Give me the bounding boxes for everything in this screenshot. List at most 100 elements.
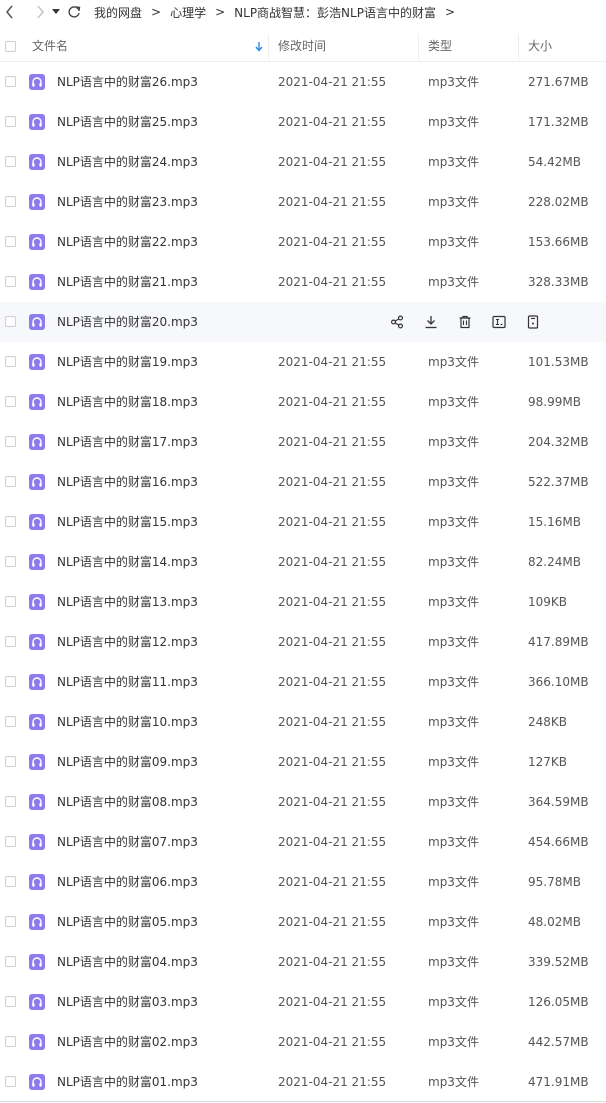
file-name[interactable]: NLP语言中的财富12.mp3 [57, 622, 198, 662]
file-row[interactable]: NLP语言中的财富13.mp3 2021-04-21 21:55 mp3文件 109K… [0, 582, 606, 622]
file-name[interactable]: NLP语言中的财富02.mp3 [57, 1022, 198, 1062]
file-row[interactable]: NLP语言中的财富08.mp3 2021-04-21 21:55 mp3文件 364.… [0, 782, 606, 822]
more-button[interactable] [524, 313, 542, 331]
file-row[interactable]: NLP语言中的财富02.mp3 2021-04-21 21:55 mp3文件 442.… [0, 1022, 606, 1062]
column-divider[interactable] [418, 34, 419, 60]
row-checkbox[interactable] [5, 636, 16, 647]
row-checkbox[interactable] [5, 236, 16, 247]
file-name[interactable]: NLP语言中的财富16.mp3 [57, 462, 198, 502]
history-dropdown-button[interactable] [50, 2, 62, 22]
file-name[interactable]: NLP语言中的财富03.mp3 [57, 982, 198, 1022]
file-name[interactable]: NLP语言中的财富22.mp3 [57, 222, 198, 262]
file-row[interactable]: NLP语言中的财富01.mp3 2021-04-21 21:55 mp3文件 471.… [0, 1062, 606, 1102]
breadcrumb-item-current[interactable]: NLP商战智慧：彭浩NLP语言中的财富 [234, 4, 436, 21]
file-name[interactable]: NLP语言中的财富13.mp3 [57, 582, 198, 622]
file-name[interactable]: NLP语言中的财富01.mp3 [57, 1062, 198, 1102]
row-checkbox[interactable] [5, 796, 16, 807]
delete-button[interactable] [456, 313, 474, 331]
row-checkbox[interactable] [5, 316, 16, 327]
row-checkbox[interactable] [5, 996, 16, 1007]
row-checkbox[interactable] [5, 676, 16, 687]
column-header-size[interactable]: 大小 [528, 32, 552, 61]
file-name[interactable]: NLP语言中的财富25.mp3 [57, 102, 198, 142]
file-row[interactable]: NLP语言中的财富26.mp3 2021-04-21 21:55 mp3文件 271.… [0, 62, 606, 102]
breadcrumb-item-root[interactable]: 我的网盘 [94, 4, 142, 21]
file-name[interactable]: NLP语言中的财富15.mp3 [57, 502, 198, 542]
file-name[interactable]: NLP语言中的财富19.mp3 [57, 342, 198, 382]
file-row[interactable]: NLP语言中的财富04.mp3 2021-04-21 21:55 mp3文件 339.… [0, 942, 606, 982]
refresh-button[interactable] [64, 2, 84, 22]
file-name[interactable]: NLP语言中的财富21.mp3 [57, 262, 198, 302]
row-checkbox[interactable] [5, 956, 16, 967]
back-button[interactable] [0, 2, 20, 22]
file-row[interactable]: NLP语言中的财富21.mp3 2021-04-21 21:55 mp3文件 328.… [0, 262, 606, 302]
file-row[interactable]: NLP语言中的财富14.mp3 2021-04-21 21:55 mp3文件 82.2… [0, 542, 606, 582]
file-name[interactable]: NLP语言中的财富20.mp3 [57, 302, 198, 342]
column-divider[interactable] [268, 34, 269, 60]
row-checkbox[interactable] [5, 76, 16, 87]
file-row[interactable]: NLP语言中的财富23.mp3 2021-04-21 21:55 mp3文件 228.… [0, 182, 606, 222]
breadcrumb-item-psychology[interactable]: 心理学 [170, 4, 206, 21]
file-row[interactable]: NLP语言中的财富22.mp3 2021-04-21 21:55 mp3文件 153.… [0, 222, 606, 262]
file-name[interactable]: NLP语言中的财富24.mp3 [57, 142, 198, 182]
file-name[interactable]: NLP语言中的财富18.mp3 [57, 382, 198, 422]
column-header-name[interactable]: 文件名 [32, 32, 68, 61]
file-row[interactable]: NLP语言中的财富16.mp3 2021-04-21 21:55 mp3文件 522.… [0, 462, 606, 502]
row-checkbox[interactable] [5, 1036, 16, 1047]
file-name[interactable]: NLP语言中的财富11.mp3 [57, 662, 198, 702]
file-row[interactable]: NLP语言中的财富17.mp3 2021-04-21 21:55 mp3文件 204.… [0, 422, 606, 462]
file-name[interactable]: NLP语言中的财富06.mp3 [57, 862, 198, 902]
row-checkbox[interactable] [5, 596, 16, 607]
row-checkbox[interactable] [5, 476, 16, 487]
file-name[interactable]: NLP语言中的财富07.mp3 [57, 822, 198, 862]
row-checkbox[interactable] [5, 116, 16, 127]
row-checkbox[interactable] [5, 876, 16, 887]
row-checkbox[interactable] [5, 436, 16, 447]
file-row[interactable]: NLP语言中的财富06.mp3 2021-04-21 21:55 mp3文件 95.7… [0, 862, 606, 902]
file-row[interactable]: NLP语言中的财富12.mp3 2021-04-21 21:55 mp3文件 417.… [0, 622, 606, 662]
download-button[interactable] [422, 313, 440, 331]
row-checkbox[interactable] [5, 756, 16, 767]
file-row[interactable]: NLP语言中的财富24.mp3 2021-04-21 21:55 mp3文件 54.4… [0, 142, 606, 182]
file-name[interactable]: NLP语言中的财富04.mp3 [57, 942, 198, 982]
forward-button[interactable] [30, 2, 50, 22]
row-checkbox[interactable] [5, 196, 16, 207]
select-all-checkbox[interactable] [5, 41, 16, 52]
sort-descending-icon[interactable] [255, 42, 263, 52]
rename-button[interactable] [490, 313, 508, 331]
file-name[interactable]: NLP语言中的财富10.mp3 [57, 702, 198, 742]
file-name[interactable]: NLP语言中的财富05.mp3 [57, 902, 198, 942]
row-checkbox[interactable] [5, 836, 16, 847]
file-row[interactable]: NLP语言中的财富03.mp3 2021-04-21 21:55 mp3文件 126.… [0, 982, 606, 1022]
file-name[interactable]: NLP语言中的财富08.mp3 [57, 782, 198, 822]
row-checkbox[interactable] [5, 1076, 16, 1087]
row-checkbox[interactable] [5, 396, 16, 407]
column-header-time[interactable]: 修改时间 [278, 32, 326, 61]
file-type: mp3文件 [428, 875, 479, 889]
file-row[interactable]: NLP语言中的财富05.mp3 2021-04-21 21:55 mp3文件 48.0… [0, 902, 606, 942]
file-row[interactable]: NLP语言中的财富10.mp3 2021-04-21 21:55 mp3文件 248K… [0, 702, 606, 742]
row-checkbox[interactable] [5, 516, 16, 527]
file-row[interactable]: NLP语言中的财富11.mp3 2021-04-21 21:55 mp3文件 366.… [0, 662, 606, 702]
share-button[interactable] [388, 313, 406, 331]
file-name[interactable]: NLP语言中的财富26.mp3 [57, 62, 198, 102]
file-name[interactable]: NLP语言中的财富23.mp3 [57, 182, 198, 222]
file-row[interactable]: NLP语言中的财富25.mp3 2021-04-21 21:55 mp3文件 171.… [0, 102, 606, 142]
column-divider[interactable] [518, 34, 519, 60]
file-name[interactable]: NLP语言中的财富14.mp3 [57, 542, 198, 582]
file-row[interactable]: NLP语言中的财富15.mp3 2021-04-21 21:55 mp3文件 15.1… [0, 502, 606, 542]
file-row[interactable]: NLP语言中的财富09.mp3 2021-04-21 21:55 mp3文件 127K… [0, 742, 606, 782]
file-row[interactable]: NLP语言中的财富20.mp3 [0, 302, 606, 342]
file-name[interactable]: NLP语言中的财富17.mp3 [57, 422, 198, 462]
row-checkbox[interactable] [5, 556, 16, 567]
row-checkbox[interactable] [5, 356, 16, 367]
row-checkbox[interactable] [5, 276, 16, 287]
file-row[interactable]: NLP语言中的财富07.mp3 2021-04-21 21:55 mp3文件 454.… [0, 822, 606, 862]
column-header-type[interactable]: 类型 [428, 32, 452, 61]
file-row[interactable]: NLP语言中的财富18.mp3 2021-04-21 21:55 mp3文件 98.9… [0, 382, 606, 422]
row-checkbox[interactable] [5, 716, 16, 727]
row-checkbox[interactable] [5, 156, 16, 167]
row-checkbox[interactable] [5, 916, 16, 927]
file-row[interactable]: NLP语言中的财富19.mp3 2021-04-21 21:55 mp3文件 101.… [0, 342, 606, 382]
file-name[interactable]: NLP语言中的财富09.mp3 [57, 742, 198, 782]
